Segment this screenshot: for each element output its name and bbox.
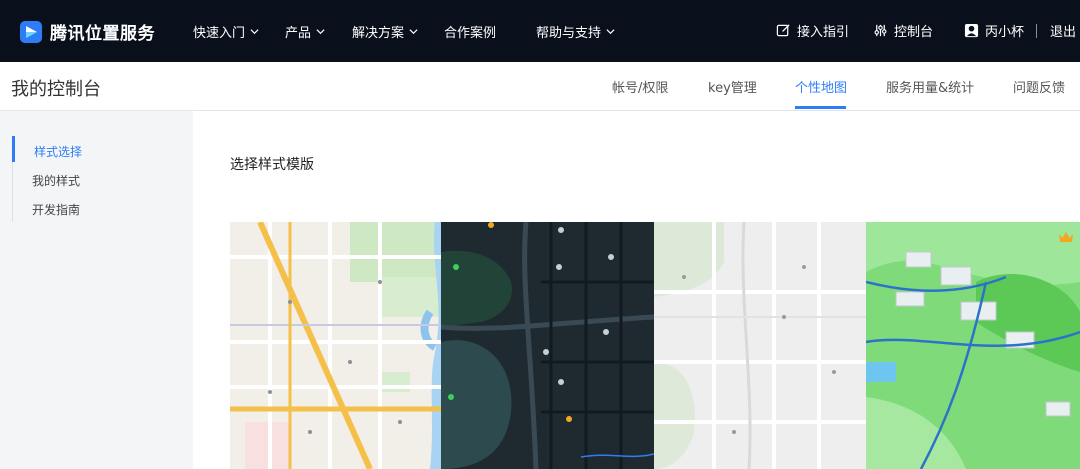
nav-products[interactable]: 产品	[285, 22, 325, 41]
edit-icon	[776, 24, 790, 37]
user-name: 丙小杯	[985, 25, 1025, 40]
tab-key-management[interactable]: key管理	[708, 77, 757, 96]
sidebar-item-dev-guide[interactable]: 开发指南	[32, 201, 80, 218]
console-label: 控制台	[894, 25, 934, 40]
logout-label: 退出	[1050, 25, 1077, 40]
top-navbar: 腾讯位置服务 快速入门 产品 解决方案 合作案例 帮助与支持 接入指引 控制台 …	[0, 0, 1080, 62]
chevron-down-icon	[250, 28, 259, 34]
gray-map-thumbnail	[654, 222, 866, 469]
standard-map-thumbnail	[230, 222, 441, 469]
sidebar-item-my-styles[interactable]: 我的样式	[32, 172, 80, 189]
sidebar-item-style-select[interactable]: 样式选择	[34, 143, 82, 160]
nav-help-label: 帮助与支持	[536, 25, 602, 41]
nav-solutions[interactable]: 解决方案	[352, 22, 418, 41]
nav-quick-start-label: 快速入门	[193, 25, 246, 41]
tencent-location-logo-icon	[20, 20, 42, 43]
brand-logo[interactable]: 腾讯位置服务	[20, 19, 155, 44]
nav-cases-label: 合作案例	[444, 25, 497, 41]
template-dark-night[interactable]	[441, 222, 654, 469]
nav-help[interactable]: 帮助与支持	[536, 22, 615, 41]
sliders-icon	[874, 24, 887, 37]
template-green-3d[interactable]	[866, 222, 1080, 469]
chevron-down-icon	[316, 28, 325, 34]
active-tab-indicator	[795, 106, 846, 109]
chevron-down-icon	[409, 28, 418, 34]
guide-link[interactable]: 接入指引	[776, 21, 849, 40]
nav-solutions-label: 解决方案	[352, 25, 405, 41]
green-map-thumbnail	[866, 222, 1080, 469]
chevron-down-icon	[606, 28, 615, 34]
avatar-icon	[964, 23, 979, 38]
tab-account[interactable]: 帐号/权限	[612, 77, 668, 96]
nav-quick-start[interactable]: 快速入门	[193, 22, 259, 41]
sidebar-active-indicator	[12, 136, 15, 162]
main-content: 选择样式模版	[193, 111, 1080, 469]
dark-map-thumbnail	[441, 222, 654, 469]
console-link[interactable]: 控制台	[873, 21, 933, 40]
brand-name: 腾讯位置服务	[50, 24, 155, 44]
template-gray-minimal[interactable]	[654, 222, 866, 469]
nav-divider	[1036, 24, 1037, 38]
nav-products-label: 产品	[285, 25, 312, 41]
template-standard-light[interactable]	[230, 222, 441, 469]
tab-usage-stats[interactable]: 服务用量&统计	[886, 77, 974, 96]
sidebar: 样式选择 我的样式 开发指南	[0, 111, 193, 469]
tab-custom-map[interactable]: 个性地图	[795, 77, 847, 96]
page-title: 我的控制台	[11, 79, 101, 100]
section-title: 选择样式模版	[230, 157, 314, 173]
guide-label: 接入指引	[797, 25, 850, 40]
console-header: 我的控制台 帐号/权限 key管理 个性地图 服务用量&统计 问题反馈	[0, 62, 1080, 111]
crown-premium-icon	[1059, 232, 1073, 242]
logout-link[interactable]: 退出	[1050, 21, 1076, 40]
user-menu[interactable]: 丙小杯	[964, 21, 1024, 40]
nav-cases[interactable]: 合作案例	[444, 22, 496, 41]
template-gallery	[230, 222, 1080, 469]
tab-feedback[interactable]: 问题反馈	[1013, 77, 1065, 96]
